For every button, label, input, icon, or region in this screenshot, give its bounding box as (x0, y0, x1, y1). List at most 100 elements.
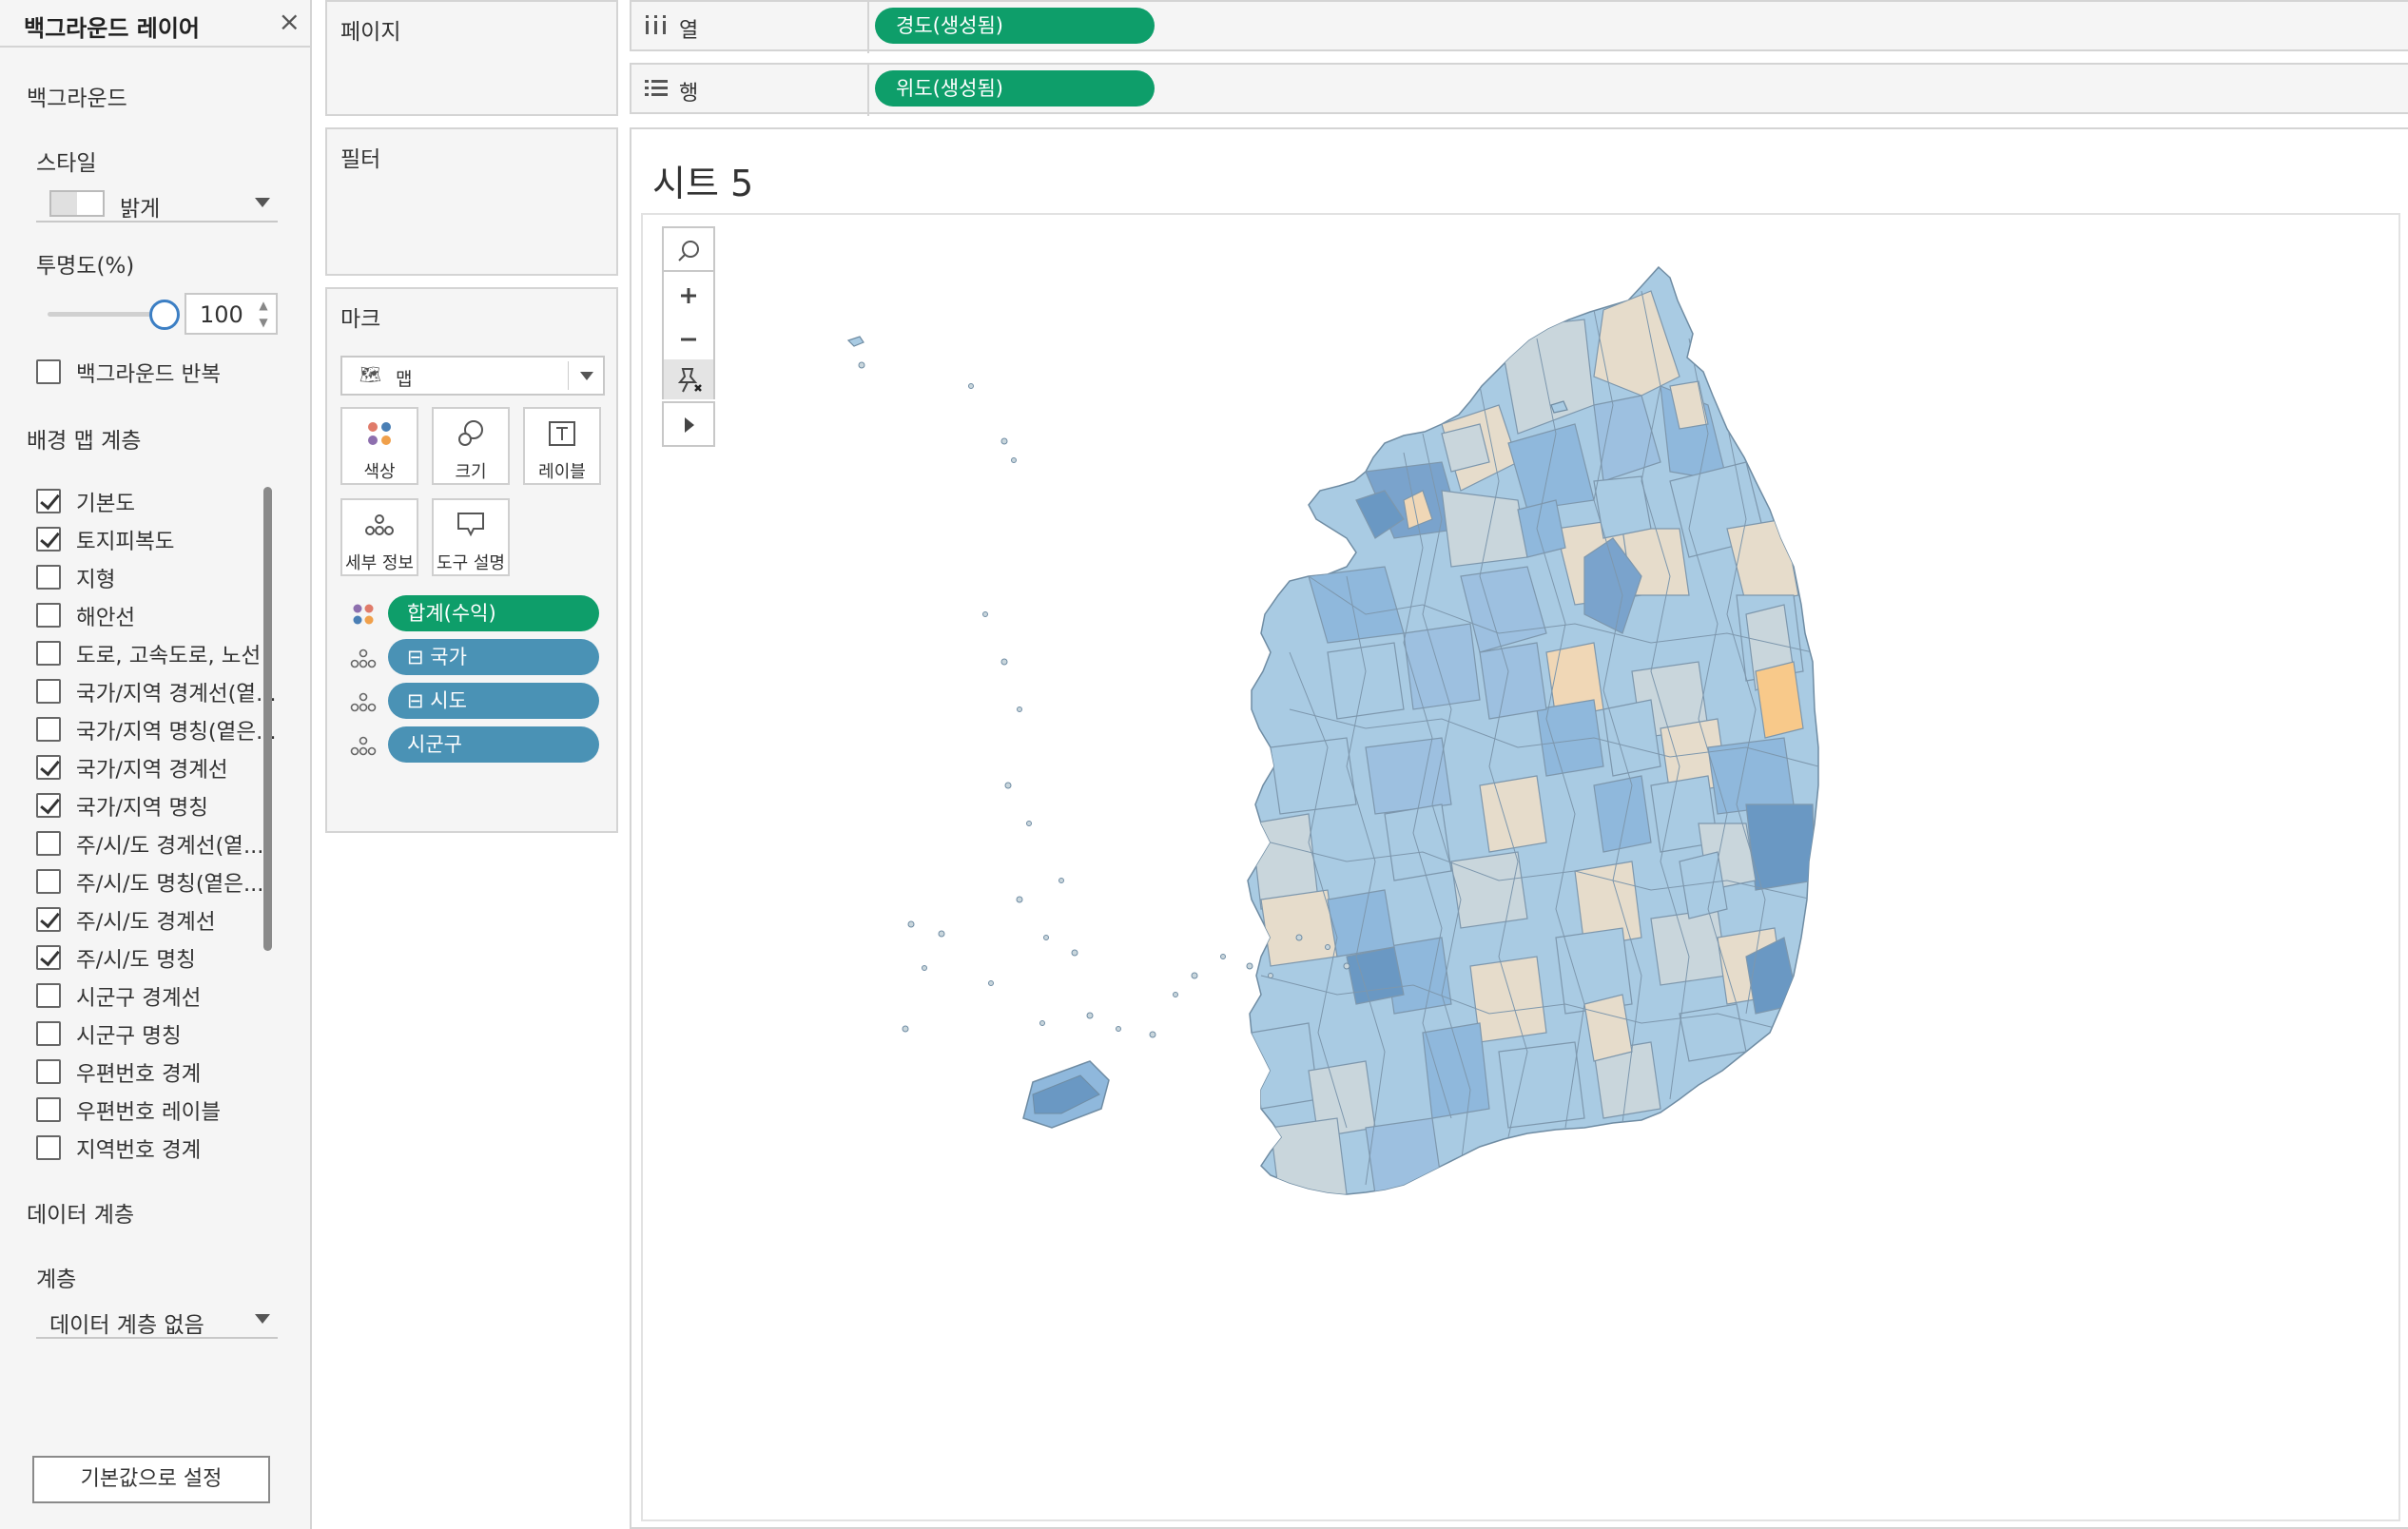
checkbox-icon[interactable] (36, 869, 61, 894)
checkbox-icon[interactable] (36, 565, 61, 590)
checkbox-icon[interactable] (36, 717, 61, 742)
pill-sum-profit[interactable]: 합계(수익) (388, 595, 599, 631)
layer-list-scrollbar[interactable] (263, 487, 272, 951)
checkbox-icon[interactable] (36, 603, 61, 628)
layer-checkbox-row[interactable]: 주/시/도 경계선 (36, 905, 280, 934)
layer-label: 지역번호 경계 (76, 1138, 202, 1162)
rows-shelf[interactable]: 행 위도(생성됨) (630, 63, 2408, 116)
mark-type-dropdown[interactable]: 🗺 맵 (340, 356, 605, 396)
layer-label: 주/시/도 명칭(옅은... (76, 872, 264, 896)
checkbox-checked-icon[interactable] (36, 489, 61, 513)
layer-checkbox-row[interactable]: 시군구 경계선 (36, 981, 280, 1010)
pill-longitude[interactable]: 경도(생성됨) (875, 8, 1155, 44)
opacity-value: 100 (200, 301, 243, 328)
layer-checkbox-row[interactable]: 주/시/도 명칭(옅은... (36, 867, 280, 896)
checkbox-icon (36, 359, 61, 384)
layer-label: 계층 (36, 1268, 77, 1292)
checkbox-checked-icon[interactable] (36, 527, 61, 552)
map-toolbar-expand (662, 401, 715, 447)
panel-header: 백그라운드 레이어 × (0, 0, 310, 48)
layer-checkbox-row[interactable]: 지역번호 경계 (36, 1133, 280, 1162)
style-label: 스타일 (36, 151, 97, 176)
unpin-map-icon[interactable] (664, 359, 713, 399)
tooltip-icon (434, 510, 508, 542)
checkbox-icon[interactable] (36, 641, 61, 666)
color-icon (342, 418, 417, 451)
detail-button[interactable]: 세부 정보 (340, 498, 418, 576)
size-button[interactable]: 크기 (432, 407, 510, 485)
sheet-title[interactable]: 시트 5 (652, 154, 753, 206)
checkbox-icon[interactable] (36, 679, 61, 704)
label-button[interactable]: 레이블 (523, 407, 601, 485)
layer-checkbox-row[interactable]: 토지피복도 (36, 525, 280, 553)
tooltip-button[interactable]: 도구 설명 (432, 498, 510, 576)
layer-checkbox-row[interactable]: 도로, 고속도로, 노선 (36, 639, 280, 668)
reset-defaults-button[interactable]: 기본값으로 설정 (32, 1456, 270, 1503)
data-layer-value: 데이터 계층 없음 (49, 1313, 204, 1338)
checkbox-checked-icon[interactable] (36, 755, 61, 780)
northwest-island[interactable] (846, 336, 864, 347)
layer-label: 주/시/도 명칭 (76, 948, 196, 972)
zoom-out-icon[interactable] (664, 316, 713, 363)
layer-label: 우편번호 경계 (76, 1062, 202, 1086)
pill-country[interactable]: ⊟ 국가 (388, 639, 599, 675)
layer-checkbox-row[interactable]: 해안선 (36, 601, 280, 629)
layer-checkbox-row[interactable]: 지형 (36, 563, 280, 591)
layer-checkbox-row[interactable]: 시군구 명칭 (36, 1019, 280, 1048)
map-layers-heading: 배경 맵 계층 (27, 429, 142, 454)
pill-district[interactable]: 시군구 (388, 726, 599, 763)
detail-icon (350, 734, 377, 757)
layer-checkbox-row[interactable]: 우편번호 경계 (36, 1057, 280, 1086)
style-dropdown[interactable]: 밝게 (36, 184, 278, 223)
layer-label: 토지피복도 (76, 530, 175, 553)
stepper-up-icon[interactable]: ▲ (255, 297, 272, 314)
checkbox-icon[interactable] (36, 1135, 61, 1160)
layer-checkbox-row[interactable]: 주/시/도 경계선(옅... (36, 829, 280, 858)
layer-checkbox-row[interactable]: 국가/지역 명칭(옅은... (36, 715, 280, 744)
style-swatch-icon (49, 190, 105, 217)
opacity-stepper[interactable]: 100 ▲ ▼ (184, 293, 278, 335)
pill-province[interactable]: ⊟ 시도 (388, 683, 599, 719)
repeat-background-checkbox[interactable]: 백그라운드 반복 (36, 358, 280, 386)
data-layer-dropdown[interactable]: 데이터 계층 없음 (36, 1301, 278, 1339)
close-icon[interactable]: × (279, 6, 301, 37)
checkbox-icon[interactable] (36, 1021, 61, 1046)
pages-card[interactable]: 페이지 (325, 0, 618, 116)
opacity-label: 투명도(%) (36, 254, 135, 279)
pill-latitude[interactable]: 위도(생성됨) (875, 70, 1155, 106)
checkbox-icon[interactable] (36, 983, 61, 1008)
filters-card[interactable]: 필터 (325, 127, 618, 276)
stepper-down-icon[interactable]: ▼ (255, 314, 272, 331)
style-value: 밝게 (120, 197, 161, 222)
columns-label: 열 (679, 19, 699, 43)
checkbox-icon[interactable] (36, 831, 61, 856)
opacity-slider-track[interactable] (48, 312, 162, 317)
play-arrow-icon[interactable] (664, 403, 713, 451)
checkbox-checked-icon[interactable] (36, 945, 61, 970)
korea-choropleth-map[interactable] (643, 215, 2398, 1519)
map-view[interactable] (641, 213, 2400, 1521)
layer-checkbox-row[interactable]: 국가/지역 경계선(옅... (36, 677, 280, 706)
filters-title: 필터 (340, 147, 381, 172)
panel-title: 백그라운드 레이어 (24, 15, 200, 42)
checkbox-icon[interactable] (36, 1097, 61, 1122)
zoom-in-icon[interactable] (664, 272, 713, 319)
layer-label: 주/시/도 경계선 (76, 910, 216, 934)
rows-label: 행 (679, 82, 699, 106)
checkbox-icon[interactable] (36, 1059, 61, 1084)
search-icon[interactable] (664, 228, 713, 276)
checkbox-checked-icon[interactable] (36, 793, 61, 818)
layer-label: 시군구 명칭 (76, 1024, 182, 1048)
label-button-label: 레이블 (538, 462, 586, 482)
opacity-slider-handle[interactable] (149, 300, 180, 330)
columns-shelf[interactable]: 열 경도(생성됨) (630, 0, 2408, 53)
color-button[interactable]: 색상 (340, 407, 418, 485)
layer-checkbox-row[interactable]: 기본도 (36, 487, 280, 515)
layer-checkbox-row[interactable]: 우편번호 레이블 (36, 1095, 280, 1124)
layer-checkbox-row[interactable]: 국가/지역 경계선 (36, 753, 280, 782)
background-section-heading: 백그라운드 (27, 87, 127, 111)
checkbox-checked-icon[interactable] (36, 907, 61, 932)
layer-checkbox-row[interactable]: 국가/지역 명칭 (36, 791, 280, 820)
layer-checkbox-row[interactable]: 주/시/도 명칭 (36, 943, 280, 972)
detail-icon (342, 510, 417, 542)
